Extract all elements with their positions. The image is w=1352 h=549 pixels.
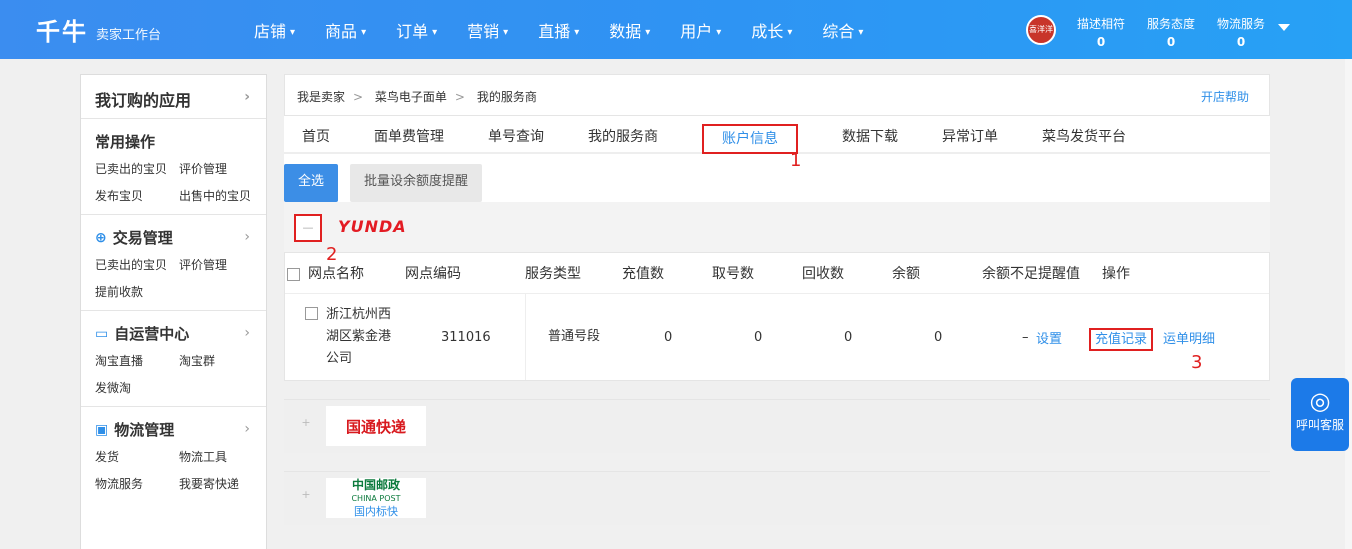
waybill-detail-link[interactable]: 运单明细 — [1163, 332, 1215, 347]
sidebar-link[interactable]: 提前收款 — [95, 283, 179, 300]
expand-toggle[interactable]: + — [296, 414, 316, 434]
nav-item-live[interactable]: 直播 ▾ — [538, 18, 579, 42]
app-subtitle: 卖家工作台 — [96, 28, 162, 43]
annotation-1: 1 — [790, 150, 802, 171]
sidebar-link[interactable]: 已卖出的宝贝 — [95, 160, 179, 177]
chevron-right-icon: › — [244, 229, 250, 245]
chevron-down-icon: ▾ — [716, 27, 722, 38]
recharge-record-link[interactable]: 充值记录 — [1089, 327, 1154, 351]
sidebar-link[interactable]: 出售中的宝贝 — [179, 187, 263, 204]
tab-account-info[interactable]: 账户信息 — [702, 124, 798, 154]
chevron-down-icon: ▾ — [787, 27, 793, 38]
chinapost-logo: 中国邮政 CHINA POST 国内标快 — [326, 478, 426, 518]
metric-logistics: 物流服务 0 — [1216, 17, 1265, 49]
chevron-down-icon: ▾ — [290, 27, 296, 38]
sidebar-link[interactable]: 发布宝贝 — [95, 187, 179, 204]
nav-item-users[interactable]: 用户 ▾ — [680, 18, 721, 42]
chevron-down-icon: ▾ — [645, 27, 651, 38]
headset-icon: ◎ — [1309, 387, 1331, 415]
sidebar-section-title: 常用操作 — [95, 133, 156, 151]
yunda-logo: YUNDA — [338, 217, 407, 236]
chevron-right-icon: › — [244, 89, 250, 105]
table-row: 浙江杭州西湖区紫金港公司 311016 普通号段 0 0 0 0 – 设置 充值… — [285, 294, 1269, 380]
sidebar-link[interactable]: 物流工具 — [179, 448, 263, 465]
collapse-toggle[interactable]: — — [294, 214, 322, 242]
chevron-down-icon: ▾ — [432, 27, 438, 38]
scrollbar[interactable] — [1345, 59, 1352, 549]
sidebar-section-ops: ▭ 自运营中心 › 淘宝直播 淘宝群 发微淘 — [81, 311, 266, 407]
table-header: 网点名称 网点编码 服务类型 充值数 取号数 回收数 余额 余额不足提醒值 操作 — [285, 253, 1269, 294]
settings-link[interactable]: 设置 — [1036, 332, 1062, 347]
breadcrumb-item: 我的服务商 — [476, 90, 537, 104]
batch-alert-button[interactable]: 批量设余额度提醒 — [350, 164, 483, 202]
tab-bar: 首页 面单费管理 单号查询 我的服务商 账户信息 数据下载 异常订单 菜鸟发货平… — [284, 116, 1270, 154]
sidebar-link[interactable]: 评价管理 — [179, 160, 263, 177]
sidebar-section-trade: ⊕ 交易管理 › 已卖出的宝贝 评价管理 提前收款 — [81, 215, 266, 311]
caret-down-icon[interactable] — [1278, 24, 1290, 31]
nav-item-goods[interactable]: 商品 ▾ — [325, 18, 366, 42]
chevron-down-icon: ▾ — [858, 27, 864, 38]
carrier-header-chinapost: + 中国邮政 CHINA POST 国内标快 — [284, 471, 1270, 525]
sto-logo: 国通快递 — [326, 406, 426, 446]
sidebar-link[interactable]: 发微淘 — [95, 379, 179, 396]
chevron-down-icon: ▾ — [503, 27, 509, 38]
sidebar: 我订购的应用 › 常用操作 已卖出的宝贝 评价管理 发布宝贝 出售中的宝贝 ⊕ 交易… — [80, 74, 267, 549]
main-content: 我是卖家 > 菜鸟电子面单 > 我的服务商 开店帮助 首页 面单费管理 单号查询 我… — [284, 74, 1270, 549]
metric-service: 服务态度 0 — [1146, 17, 1195, 49]
tab-my-providers[interactable]: 我的服务商 — [588, 126, 658, 152]
sidebar-section-logistics: ▣ 物流管理 › 发货 物流工具 物流服务 我要寄快递 — [81, 407, 266, 502]
tab-tracking-query[interactable]: 单号查询 — [488, 126, 544, 152]
carrier-header-sto: + 国通快递 — [284, 399, 1270, 453]
breadcrumb-item[interactable]: 菜鸟电子面单 — [375, 90, 447, 104]
sidebar-link[interactable]: 评价管理 — [179, 256, 263, 273]
breadcrumb: 我是卖家 > 菜鸟电子面单 > 我的服务商 开店帮助 — [284, 74, 1270, 116]
nav-item-general[interactable]: 综合 ▾ — [822, 18, 863, 42]
expand-toggle[interactable]: + — [296, 486, 316, 506]
sidebar-section-title: 交易管理 — [112, 229, 173, 247]
sidebar-head[interactable]: 我订购的应用 › — [81, 75, 266, 119]
metric-description: 描述相符 0 — [1076, 17, 1125, 49]
tab-cainiao-platform[interactable]: 菜鸟发货平台 — [1042, 126, 1126, 152]
tab-abnormal-orders[interactable]: 异常订单 — [942, 126, 998, 152]
sidebar-link[interactable]: 淘宝群 — [179, 352, 263, 369]
truck-icon: ▣ — [95, 421, 109, 438]
select-all-checkbox[interactable] — [287, 267, 300, 281]
customer-service-button[interactable]: ◎ 呼叫客服 — [1291, 378, 1349, 451]
chevron-right-icon: › — [244, 325, 250, 341]
annotation-2: 2 — [326, 244, 338, 265]
provider-table: 网点名称 网点编码 服务类型 充值数 取号数 回收数 余额 余额不足提醒值 操作… — [284, 252, 1270, 381]
sidebar-link[interactable]: 物流服务 — [95, 475, 179, 492]
tab-home[interactable]: 首页 — [302, 126, 330, 152]
carrier-header-yunda: — YUNDA — [284, 202, 1270, 252]
yuan-icon: ⊕ — [95, 229, 107, 246]
sidebar-section-title: 物流管理 — [114, 421, 175, 439]
sidebar-section-title: 自运营中心 — [114, 325, 190, 343]
row-checkbox[interactable] — [305, 307, 318, 320]
chat-icon: ▭ — [95, 325, 109, 342]
breadcrumb-item[interactable]: 我是卖家 — [297, 90, 345, 104]
sidebar-link[interactable]: 淘宝直播 — [95, 352, 179, 369]
nav-item-shop[interactable]: 店铺 ▾ — [254, 18, 295, 42]
nav-item-orders[interactable]: 订单 ▾ — [396, 18, 437, 42]
annotation-3: 3 — [1191, 352, 1203, 373]
sidebar-link[interactable]: 我要寄快递 — [179, 475, 263, 492]
nav-item-growth[interactable]: 成长 ▾ — [751, 18, 792, 42]
sidebar-section-common: 常用操作 已卖出的宝贝 评价管理 发布宝贝 出售中的宝贝 — [81, 119, 266, 215]
tab-fee-management[interactable]: 面单费管理 — [374, 126, 444, 152]
select-all-button[interactable]: 全选 — [284, 164, 339, 202]
sidebar-link[interactable]: 发货 — [95, 448, 179, 465]
action-bar: 全选 批量设余额度提醒 — [284, 154, 1270, 202]
app-logo[interactable]: 千牛 — [36, 12, 88, 47]
avatar[interactable]: 喜洋洋 — [1026, 15, 1056, 45]
sidebar-link[interactable]: 已卖出的宝贝 — [95, 256, 179, 273]
nav-item-marketing[interactable]: 营销 ▾ — [467, 18, 508, 42]
nav-item-data[interactable]: 数据 ▾ — [609, 18, 650, 42]
help-link[interactable]: 开店帮助 — [1201, 88, 1249, 105]
main-nav: 店铺 ▾ 商品 ▾ 订单 ▾ 营销 ▾ 直播 ▾ 数据 ▾ 用户 ▾ 成长 ▾ 综合 ▾ — [254, 18, 893, 42]
top-bar: 千牛 卖家工作台 店铺 ▾ 商品 ▾ 订单 ▾ 营销 ▾ 直播 ▾ 数据 ▾ 用户 ▾ 成长 ▾… — [0, 0, 1352, 59]
tab-data-download[interactable]: 数据下载 — [842, 126, 898, 152]
chevron-down-icon: ▾ — [574, 27, 580, 38]
chevron-down-icon: ▾ — [361, 27, 367, 38]
chevron-right-icon: › — [244, 421, 250, 437]
